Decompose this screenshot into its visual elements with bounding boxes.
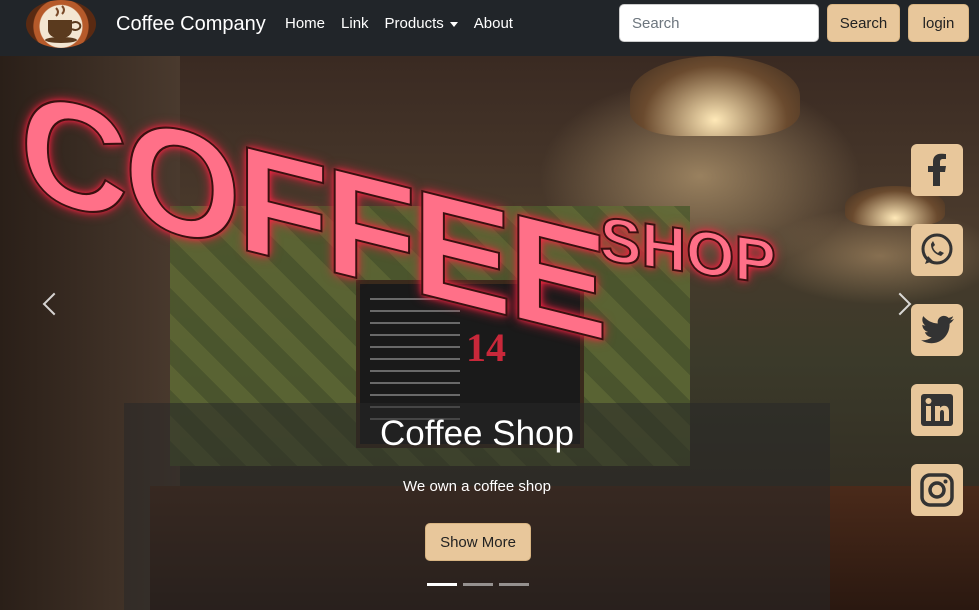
navbar: Coffee Company Home Link Products About … — [0, 0, 979, 56]
image-lamp — [630, 56, 800, 136]
nav-link-about[interactable]: About — [474, 15, 513, 32]
carousel-caption-text: We own a coffee shop — [403, 478, 551, 495]
carousel-indicator[interactable] — [499, 583, 529, 586]
show-more-button[interactable]: Show More — [425, 523, 531, 561]
facebook-icon[interactable] — [911, 144, 963, 196]
nav-link-link[interactable]: Link — [341, 15, 369, 32]
search-button[interactable]: Search — [827, 4, 900, 42]
nav-dropdown-products[interactable]: Products — [385, 15, 458, 32]
carousel-indicators — [427, 583, 529, 586]
caret-down-icon — [449, 21, 458, 27]
instagram-icon[interactable] — [911, 464, 963, 516]
nav-link-home[interactable]: Home — [285, 15, 325, 32]
carousel-indicator[interactable] — [463, 583, 493, 586]
search-input[interactable] — [619, 4, 819, 42]
carousel-indicator[interactable] — [427, 583, 457, 586]
nav-menu: Home Link Products About — [285, 15, 529, 32]
linkedin-icon[interactable] — [911, 384, 963, 436]
twitter-icon[interactable] — [911, 304, 963, 356]
whatsapp-icon[interactable] — [911, 224, 963, 276]
nav-link-products-label: Products — [384, 15, 444, 32]
brand-name[interactable]: Coffee Company — [116, 13, 266, 36]
login-button[interactable]: login — [908, 4, 969, 42]
carousel-caption-title: Coffee Shop — [380, 414, 574, 453]
coffee-cup-logo[interactable] — [26, 0, 96, 48]
